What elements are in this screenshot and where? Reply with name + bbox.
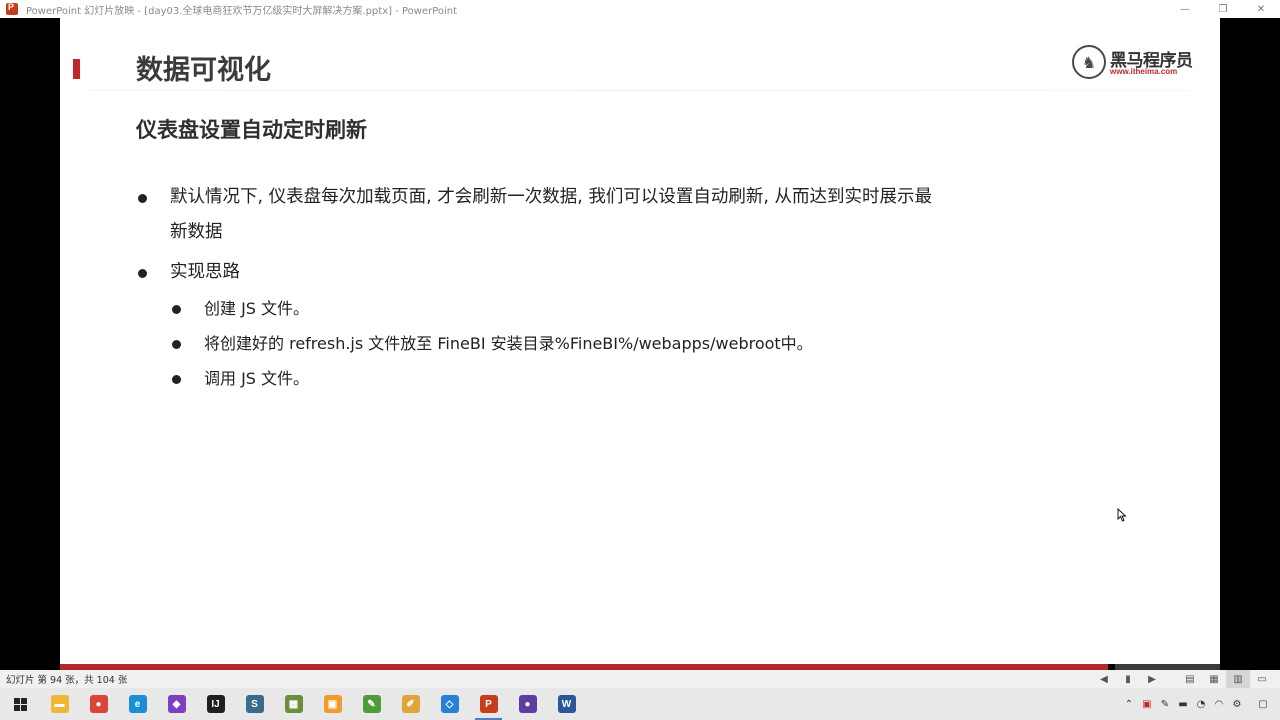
next-icon[interactable]: ▶ <box>1140 670 1164 688</box>
taskbar-app[interactable]: ▣ <box>313 688 352 720</box>
sub-bullet-text: 调用 JS 文件。 <box>204 369 310 388</box>
sub-bullet-dot-icon <box>172 305 181 314</box>
window-controls: — ❐ ✕ <box>1166 0 1280 18</box>
header-divider <box>90 90 1190 91</box>
powerpoint-taskbar-icon: P <box>479 695 498 713</box>
network-app-icon: ◇ <box>440 695 459 713</box>
taskbar-app[interactable]: ▦ <box>274 688 313 720</box>
volume-icon[interactable]: ◔ <box>1192 688 1210 720</box>
taskbar-app[interactable]: ✐ <box>391 688 430 720</box>
start-button[interactable] <box>0 688 40 720</box>
prev-icon[interactable]: ◀ <box>1092 670 1116 688</box>
letterbox-right <box>1220 18 1280 670</box>
system-tray: ⌃ ▣ ✎ ▬ ◔ ◠ ⚙ ▢ <box>1120 688 1280 720</box>
slide-sorter-icon[interactable]: ▦ <box>1202 670 1226 688</box>
sub-bullet-dot-icon <box>172 375 181 384</box>
bullet-text-continued: 新数据 <box>170 222 223 242</box>
reading-view-icon[interactable]: ▥ <box>1226 670 1250 688</box>
bullet-dot-icon <box>138 269 147 278</box>
normal-view-icon[interactable]: ▤ <box>1178 670 1202 688</box>
slide-canvas[interactable]: 数据可视化 ♞ 黑马程序员 www.itheima.com 仪表盘设置自动定时刷… <box>60 18 1220 670</box>
browser-orb-icon: ● <box>518 695 537 713</box>
restore-icon[interactable]: ❐ <box>1204 0 1242 18</box>
title-accent-bar <box>73 59 80 79</box>
itheima-logo: ♞ 黑马程序员 www.itheima.com <box>1072 42 1193 82</box>
taskbar-app[interactable]: P <box>469 688 508 720</box>
notepad-icon: ✎ <box>362 695 381 713</box>
taskbar-app[interactable]: W <box>547 688 586 720</box>
minimize-icon[interactable]: — <box>1166 0 1204 18</box>
taskbar-app[interactable]: S <box>235 688 274 720</box>
notes-icon[interactable]: ▮ <box>1116 670 1140 688</box>
pencil-app-icon: ✐ <box>401 695 420 713</box>
slideshow-icon[interactable]: ▭ <box>1250 670 1274 688</box>
taskbar-apps: ▬ ● e ◆ IJ S ▦ ▣ ✎ ✐ ◇ P ● W <box>40 688 586 720</box>
photo-app-icon: ▦ <box>284 695 303 713</box>
section-title: 数据可视化 <box>136 55 271 86</box>
sublime-icon: S <box>245 695 264 713</box>
taskbar-app[interactable]: ◆ <box>157 688 196 720</box>
tray-app-icon[interactable]: ▣ <box>1138 688 1156 720</box>
powerpoint-icon <box>6 2 18 15</box>
battery-icon[interactable]: ▬ <box>1174 688 1192 720</box>
taskbar-app[interactable]: ● <box>79 688 118 720</box>
window-app-icon: ▣ <box>323 695 342 713</box>
edge-icon: e <box>128 695 147 713</box>
chrome-icon: ● <box>89 695 108 713</box>
taskbar: ▬ ● e ◆ IJ S ▦ ▣ ✎ ✐ ◇ P ● W ⌃ ▣ ✎ ▬ ◔ ◠ ⚙ ▢ <box>0 688 1280 720</box>
taskbar-app[interactable]: ● <box>508 688 547 720</box>
sub-bullet-dot-icon <box>172 340 181 349</box>
bullet-dot-icon <box>138 194 147 203</box>
app-icon-purple: ◆ <box>167 695 186 713</box>
window-title: PowerPoint 幻灯片放映 - [day03.全球电商狂欢节万亿级实时大屏… <box>26 5 458 17</box>
horse-logo-icon: ♞ <box>1072 45 1106 79</box>
taskbar-app[interactable]: ▬ <box>40 688 79 720</box>
close-icon[interactable]: ✕ <box>1242 0 1280 18</box>
sub-bullet-text: 将创建好的 refresh.js 文件放至 FineBI 安装目录%FineBI… <box>204 334 813 353</box>
taskbar-app[interactable]: ◇ <box>430 688 469 720</box>
status-bar: 幻灯片 第 94 张，共 104 张 ◀ ▮ ▶ ▤ ▦ ▥ ▭ <box>0 670 1280 688</box>
taskbar-app[interactable]: ✎ <box>352 688 391 720</box>
logo-url: www.itheima.com <box>1110 67 1178 76</box>
slide-subtitle: 仪表盘设置自动定时刷新 <box>136 118 367 142</box>
chevron-up-icon[interactable]: ⌃ <box>1120 688 1138 720</box>
file-explorer-icon: ▬ <box>50 695 69 713</box>
slide-counter: 幻灯片 第 94 张，共 104 张 <box>6 675 128 686</box>
taskbar-app[interactable]: IJ <box>196 688 235 720</box>
notification-icon[interactable]: ▢ <box>1246 688 1280 720</box>
settings-icon[interactable]: ⚙ <box>1228 688 1246 720</box>
wifi-icon[interactable]: ◠ <box>1210 688 1228 720</box>
window-titlebar: PowerPoint 幻灯片放映 - [day03.全球电商狂欢节万亿级实时大屏… <box>0 0 1280 18</box>
word-icon: W <box>557 695 576 713</box>
taskbar-app[interactable]: e <box>118 688 157 720</box>
letterbox-left <box>0 18 60 670</box>
sub-bullet-text: 创建 JS 文件。 <box>204 299 310 318</box>
windows-logo-icon <box>13 697 27 711</box>
bullet-text: 默认情况下, 仪表盘每次加载页面, 才会刷新一次数据, 我们可以设置自动刷新, … <box>170 187 932 207</box>
view-controls: ◀ ▮ ▶ ▤ ▦ ▥ ▭ <box>1092 670 1274 688</box>
bullet-text: 实现思路 <box>170 262 240 282</box>
mouse-cursor-icon <box>1117 508 1127 522</box>
intellij-icon: IJ <box>206 695 225 713</box>
pen-icon[interactable]: ✎ <box>1156 688 1174 720</box>
